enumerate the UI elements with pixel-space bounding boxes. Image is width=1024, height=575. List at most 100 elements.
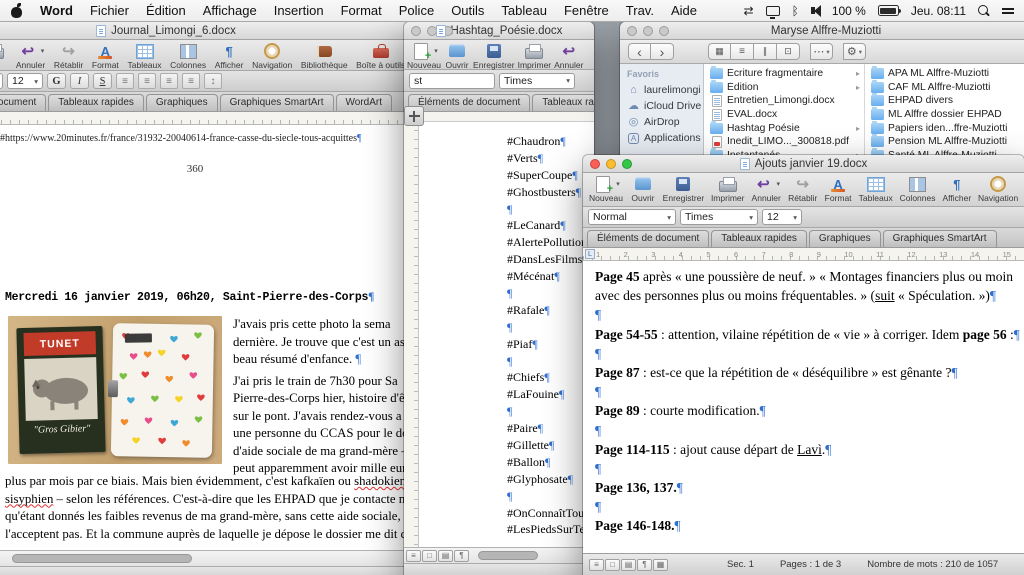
scrollbar-thumb[interactable] [478, 551, 538, 560]
file-row[interactable]: APA ML Alffre-Muziotti [865, 67, 1024, 81]
page-view-button[interactable] [621, 559, 636, 571]
ajouts-document[interactable]: Page 45 après « une poussière de neuf. »… [583, 261, 1024, 553]
toolbar-button[interactable]: Navigation [976, 175, 1020, 203]
font-size-combo[interactable]: 12 ▾ [762, 209, 802, 225]
toolbar-button[interactable]: Tableaux [125, 42, 165, 70]
ribbon-tab[interactable]: Tableaux rapides [48, 94, 144, 111]
align-right-button[interactable]: ≡ [160, 73, 178, 89]
ribbon-tab[interactable]: Éléments de document [0, 94, 46, 111]
column-view-button[interactable] [754, 43, 777, 60]
ribbon-tab[interactable]: Graphiques SmartArt [220, 94, 334, 111]
toolbar-button[interactable]: Boîte à outils [353, 42, 408, 70]
notebook-view-button[interactable] [454, 550, 469, 562]
close-button[interactable] [590, 159, 600, 169]
finder-titlebar[interactable]: Maryse Alffre-Muziotti [620, 22, 1024, 40]
toolbar-button[interactable]: Navigation [249, 42, 295, 70]
toolbar-button[interactable]: Ouvrir [443, 42, 471, 70]
style-search-field[interactable]: st [409, 73, 495, 89]
style-combo[interactable]: Normal ▾ [588, 209, 676, 225]
toolbar-button[interactable]: Annuler [553, 42, 584, 70]
font-combo[interactable]: Times ▾ [680, 209, 758, 225]
move-handle[interactable] [404, 106, 424, 126]
toolbar-button[interactable]: Bibliothèque [298, 42, 350, 70]
font-combo-cut[interactable]: ▾ [0, 73, 3, 89]
toolbar-button[interactable]: ▾ Nouveau [406, 42, 442, 70]
toolbar-button[interactable]: Ouvrir [628, 175, 658, 203]
bluetooth-icon[interactable]: ᛒ [792, 4, 799, 18]
sidebar-item[interactable]: AirDrop [627, 114, 703, 130]
toolbar-button[interactable]: ▾ Annuler [13, 42, 48, 70]
file-row[interactable]: ML Alffre dossier EHPAD [865, 108, 1024, 122]
minimize-button[interactable] [606, 159, 616, 169]
menu-item[interactable]: Outils [451, 3, 484, 18]
hashtag-horizontal-scrollbar[interactable] [404, 547, 594, 563]
menu-item[interactable]: Fenêtre [564, 3, 609, 18]
toolbar-button[interactable]: Rétablir [51, 42, 86, 70]
draft-view-button[interactable] [406, 550, 421, 562]
ribbon-tab[interactable]: Éléments de document [408, 94, 530, 111]
toolbar-button-print-cut[interactable] [0, 42, 10, 60]
ajouts-titlebar[interactable]: Ajouts janvier 19.docx [583, 155, 1024, 173]
file-row[interactable]: Pension ML Alffre-Muziotti [865, 135, 1024, 149]
list-view-button[interactable] [731, 43, 754, 60]
ribbon-tab[interactable]: Tableaux rapides [711, 230, 807, 247]
line-spacing-button[interactable]: ↕ [204, 73, 222, 89]
volume-icon[interactable] [811, 7, 820, 14]
menu-item[interactable]: Trav. [626, 3, 654, 18]
menu-item[interactable]: Insertion [274, 3, 324, 18]
outline-view-button[interactable] [605, 559, 620, 571]
toolbar-button[interactable]: Colonnes [167, 42, 209, 70]
file-row[interactable]: Entretien_Limongi.docx [704, 94, 864, 108]
forward-button[interactable] [651, 43, 674, 60]
draft-view-button[interactable] [589, 559, 604, 571]
toolbar-button[interactable]: Format [822, 175, 853, 203]
spotlight-icon[interactable] [978, 5, 990, 17]
italic-button[interactable]: I [70, 73, 89, 89]
status-item[interactable]: Nombre de mots : 210 de 1057 [867, 559, 998, 570]
toolbar-button[interactable]: Colonnes [898, 175, 938, 203]
journal-titlebar[interactable]: Journal_Limongi_6.docx [0, 22, 412, 40]
toolbar-button[interactable]: ▾ Annuler [749, 175, 783, 203]
page-view-button[interactable] [438, 550, 453, 562]
minimize-button[interactable] [643, 26, 653, 36]
coverflow-view-button[interactable] [777, 43, 800, 60]
ajouts-ruler[interactable]: L 123456789101112131415 [583, 248, 1024, 261]
file-row[interactable]: CAF ML Alffre-Muziotti [865, 81, 1024, 95]
sidebar-item[interactable]: iCloud Drive [627, 98, 703, 114]
arrange-button[interactable]: ▾ [810, 43, 833, 60]
close-button[interactable] [411, 26, 421, 36]
ribbon-tab[interactable]: Tableaux rapides [532, 94, 594, 111]
journal-horizontal-scrollbar[interactable] [0, 550, 412, 566]
battery-percentage[interactable]: 100 % [832, 4, 866, 18]
battery-icon[interactable] [878, 5, 899, 16]
toolbar-button[interactable]: Enregistrer [661, 175, 706, 203]
align-justify-button[interactable]: ≡ [182, 73, 200, 89]
file-row[interactable]: Papiers iden...ffre-Muziotti [865, 121, 1024, 135]
zoom-button[interactable] [622, 159, 632, 169]
sidebar-item[interactable]: Applications [627, 130, 703, 146]
file-row[interactable]: Écriture fragmentaire ▸ [704, 67, 864, 81]
menu-item[interactable]: Aide [671, 3, 697, 18]
toolbar-button[interactable]: Afficher [940, 175, 973, 203]
status-item[interactable]: Pages : 1 de 3 [780, 559, 841, 570]
journal-document[interactable]: #https://www.20minutes.fr/france/31932-2… [0, 125, 412, 550]
toolbar-button[interactable]: ▾ Nouveau [587, 175, 625, 203]
file-row[interactable]: EVAL.docx [704, 108, 864, 122]
toolbar-button[interactable]: Tableaux [857, 175, 895, 203]
menu-item[interactable]: Police [399, 3, 434, 18]
status-item[interactable]: Sec. 1 [727, 559, 754, 570]
file-row[interactable]: EHPAD divers [865, 94, 1024, 108]
apple-menu-icon[interactable] [10, 4, 23, 18]
icon-view-button[interactable] [708, 43, 731, 60]
toolbar-button[interactable]: Afficher [212, 42, 246, 70]
ribbon-tab[interactable]: Graphiques [146, 94, 218, 111]
menu-item[interactable]: Fichier [90, 3, 129, 18]
journal-ruler[interactable] [0, 112, 412, 125]
outline-view-button[interactable] [422, 550, 437, 562]
ribbon-tab[interactable]: Graphiques SmartArt [883, 230, 997, 247]
sidebar-item[interactable]: laurelimongi [627, 82, 703, 98]
toolbar-button[interactable]: Imprimer [517, 42, 553, 70]
file-row[interactable]: Inedit_LIMO..._300818.pdf [704, 135, 864, 149]
app-menu-word[interactable]: Word [40, 3, 73, 18]
menu-item[interactable]: Tableau [501, 3, 547, 18]
